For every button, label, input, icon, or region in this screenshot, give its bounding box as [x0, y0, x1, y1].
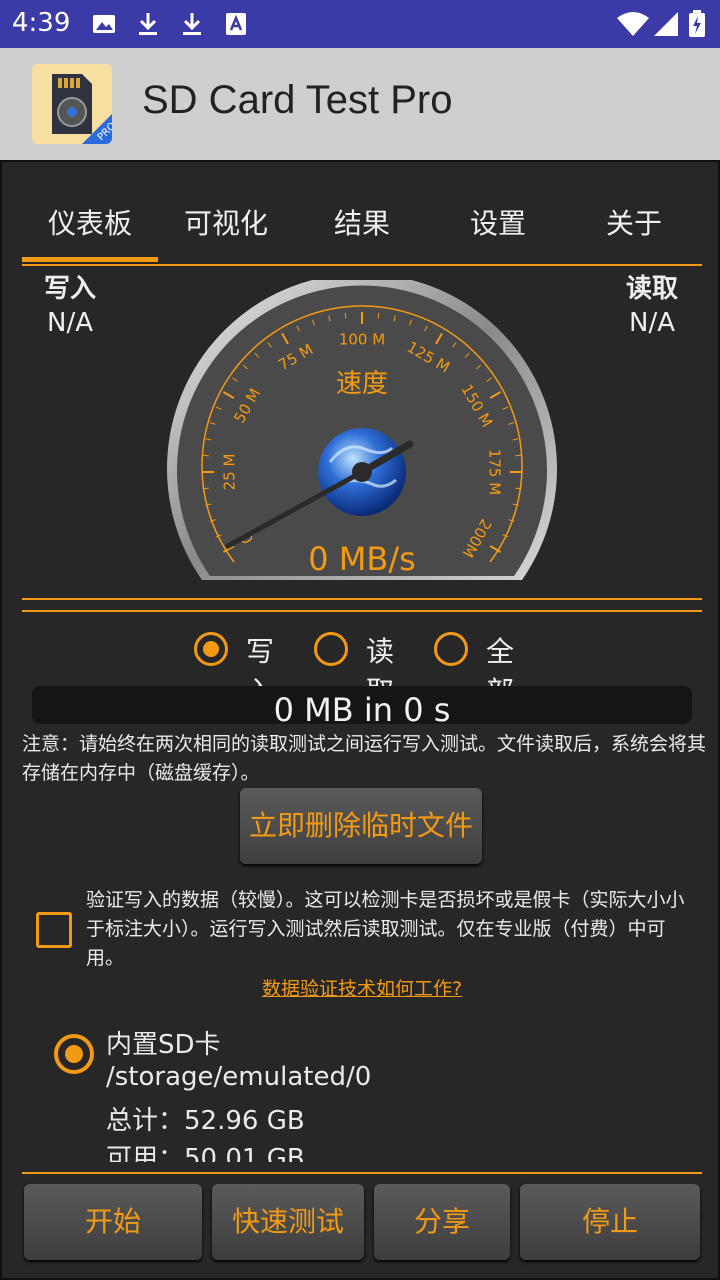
- verify-help-link[interactable]: 数据验证技术如何工作?: [262, 978, 462, 1000]
- gauge-speed-readout: 0 MB/s: [308, 540, 416, 578]
- cache-note: 注意：请始终在两次相同的读取测试之间运行写入测试。文件读取后，系统会将其存储在内…: [22, 733, 707, 784]
- divider: [22, 598, 702, 600]
- gauge-tick-label: 25 M: [221, 454, 239, 491]
- write-label: 写入: [43, 274, 96, 304]
- verify-data-checkbox[interactable]: [36, 912, 72, 948]
- radio-all[interactable]: [434, 632, 468, 666]
- app-notification-icon: [226, 13, 246, 35]
- read-label: 读取: [625, 274, 678, 304]
- storage-total: 总计：52.96 GB: [106, 1106, 305, 1136]
- gauge-minor-tick: [377, 312, 380, 319]
- gauge-minor-tick: [515, 454, 522, 457]
- tab-visualization[interactable]: 可视化: [158, 202, 294, 262]
- share-button[interactable]: 分享: [374, 1184, 510, 1260]
- sd-card-icon: PRO: [52, 74, 112, 144]
- tab-divider: [22, 264, 702, 266]
- bottom-divider: [22, 1172, 702, 1174]
- storage-path: /storage/emulated/0: [106, 1062, 372, 1092]
- storage-select-radio[interactable]: [54, 1034, 94, 1074]
- status-bar: 4:39: [0, 0, 720, 48]
- tab-results[interactable]: 结果: [294, 202, 430, 262]
- tab-label: 仪表板: [47, 207, 132, 240]
- verify-data-description: 验证写入的数据（较慢）。这可以检测卡是否损坏或是假卡（实际大小小于标注大小）。运…: [86, 889, 685, 969]
- gauge-minor-tick: [344, 312, 347, 319]
- radio-write[interactable]: [194, 632, 228, 666]
- stop-button[interactable]: 停止: [520, 1184, 700, 1260]
- start-button[interactable]: 开始: [24, 1184, 202, 1260]
- verify-help-link-row: 数据验证技术如何工作?: [2, 974, 718, 1001]
- tab-about[interactable]: 关于: [566, 202, 702, 262]
- battery-charging-icon: [689, 10, 705, 37]
- app-bar: PRO SD Card Test Pro: [0, 48, 720, 160]
- gauge-minor-tick: [515, 487, 522, 490]
- radio-read[interactable]: [314, 632, 348, 666]
- tab-settings[interactable]: 设置: [430, 202, 566, 262]
- app-title: SD Card Test Pro: [142, 78, 453, 122]
- divider: [22, 610, 702, 612]
- storage-name: 内置SD卡: [106, 1030, 221, 1060]
- status-time: 4:39: [12, 8, 71, 38]
- download-notification-icon: [139, 13, 157, 35]
- quick-test-button[interactable]: 快速测试: [212, 1184, 364, 1260]
- write-value: N/A: [47, 308, 93, 338]
- tab-bar: 仪表板 可视化 结果 设置 关于: [22, 202, 702, 266]
- result-summary: 0 MB in 0 s: [32, 686, 692, 724]
- tab-dashboard[interactable]: 仪表板: [22, 202, 158, 262]
- speed-gauge: 025 M50 M75 M100 M 125 M150 M175 M200M 速度…: [167, 280, 557, 580]
- gauge-hub: [352, 462, 372, 482]
- tab-label: 结果: [333, 207, 390, 240]
- read-value: N/A: [629, 308, 675, 338]
- app-logo: PRO: [32, 64, 112, 144]
- wifi-icon: [617, 12, 649, 36]
- gauge-tick-label: 100 M: [339, 331, 385, 349]
- active-tab-indicator: [22, 257, 158, 262]
- delete-temp-files-button[interactable]: 立即删除临时文件: [240, 788, 482, 864]
- tab-label: 关于: [605, 207, 662, 240]
- tab-label: 可视化: [183, 207, 268, 240]
- tab-label: 设置: [469, 207, 526, 240]
- cellular-signal-icon: [654, 12, 678, 36]
- main-content: 仪表板 可视化 结果 设置 关于 写入 N/A 读取 N/A 0 25 M 50…: [0, 160, 720, 1280]
- gauge-title: 速度: [336, 369, 388, 399]
- gauge-minor-tick: [202, 454, 209, 457]
- image-notification-icon: [93, 15, 115, 33]
- download-notification-icon: [183, 13, 201, 35]
- gauge-minor-tick: [202, 487, 209, 490]
- gauge-tick-label: 175 M: [486, 449, 504, 495]
